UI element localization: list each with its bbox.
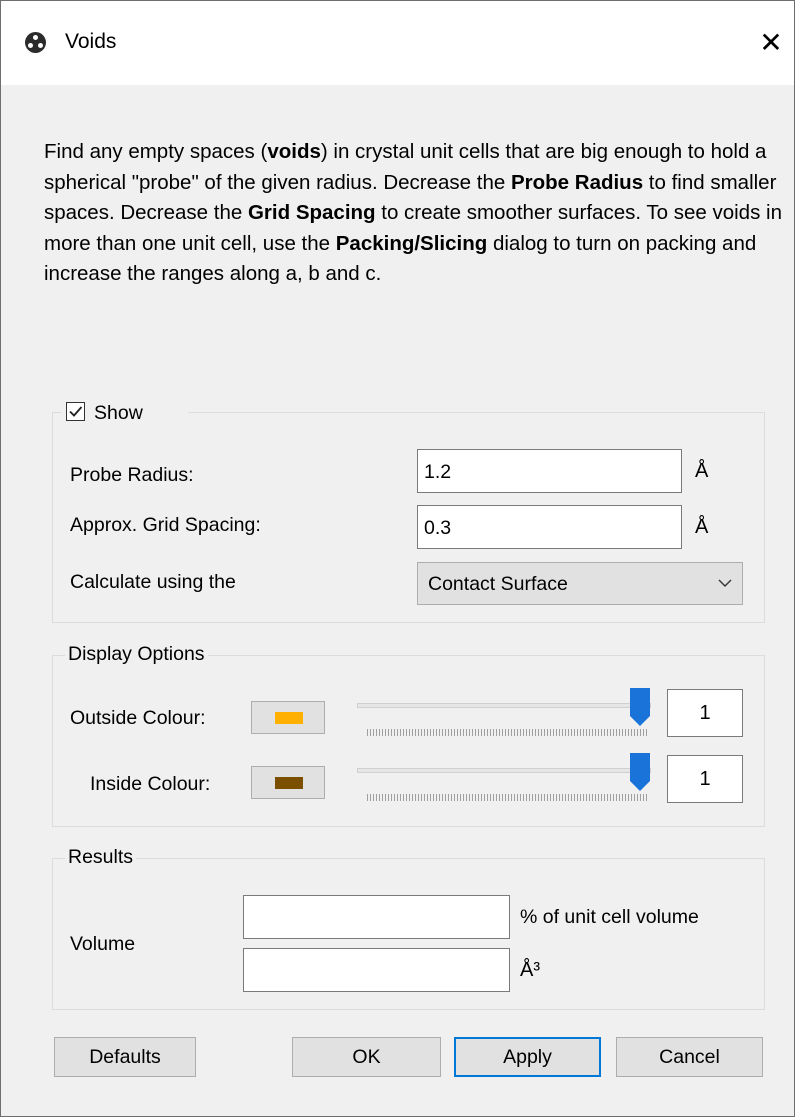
inside-opacity-spinbox[interactable]: 1 — [667, 755, 743, 803]
window-title: Voids — [65, 30, 117, 53]
probe-radius-label: Probe Radius: — [70, 464, 194, 486]
checkmark-icon — [69, 406, 83, 417]
grid-spacing-input[interactable]: 0.3 — [417, 505, 682, 549]
calculate-using-label: Calculate using the — [70, 571, 236, 593]
inside-colour-label: Inside Colour: — [90, 773, 211, 795]
absolute-volume-field[interactable] — [243, 948, 510, 992]
outside-opacity-ticks — [367, 729, 649, 736]
description-text: Find any empty spaces (voids) in crystal… — [44, 140, 782, 285]
outside-colour-button[interactable] — [251, 701, 325, 734]
surface-type-value: Contact Surface — [428, 573, 568, 595]
probe-radius-input[interactable]: 1.2 — [417, 449, 682, 493]
display-options-title: Display Options — [65, 643, 208, 666]
grid-spacing-label: Approx. Grid Spacing: — [70, 514, 261, 536]
show-checkbox-label: Show — [94, 402, 143, 424]
percent-volume-unit: % of unit cell volume — [520, 906, 699, 928]
inside-opacity-ticks — [367, 794, 649, 801]
outside-opacity-spinbox[interactable]: 1 — [667, 689, 743, 737]
chevron-down-icon — [718, 579, 732, 587]
defaults-button[interactable]: Defaults — [54, 1037, 196, 1077]
absolute-volume-unit: Å³ — [520, 959, 540, 981]
inside-colour-button[interactable] — [251, 766, 325, 799]
close-icon[interactable]: ✕ — [751, 25, 791, 61]
voids-app-icon — [25, 32, 46, 53]
voids-dialog: Voids ✕ Find any empty spaces (voids) in… — [0, 0, 795, 1117]
percent-volume-field[interactable] — [243, 895, 510, 939]
cancel-button[interactable]: Cancel — [616, 1037, 763, 1077]
results-title: Results — [65, 846, 137, 869]
outside-colour-label: Outside Colour: — [70, 707, 206, 729]
surface-type-dropdown[interactable]: Contact Surface — [417, 562, 743, 605]
title-bar: Voids ✕ — [1, 1, 794, 85]
apply-button[interactable]: Apply — [454, 1037, 601, 1077]
probe-radius-unit: Å — [695, 460, 709, 482]
outside-opacity-track — [357, 703, 651, 708]
show-checkbox[interactable] — [66, 402, 85, 421]
ok-button[interactable]: OK — [292, 1037, 441, 1077]
display-options-group — [52, 655, 765, 827]
inside-opacity-track — [357, 768, 651, 773]
inside-colour-swatch — [275, 777, 303, 789]
grid-spacing-unit: Å — [695, 516, 709, 538]
inside-opacity-slider-thumb[interactable] — [629, 752, 651, 792]
outside-opacity-slider-thumb[interactable] — [629, 687, 651, 727]
volume-label: Volume — [70, 933, 136, 955]
outside-colour-swatch — [275, 712, 303, 724]
